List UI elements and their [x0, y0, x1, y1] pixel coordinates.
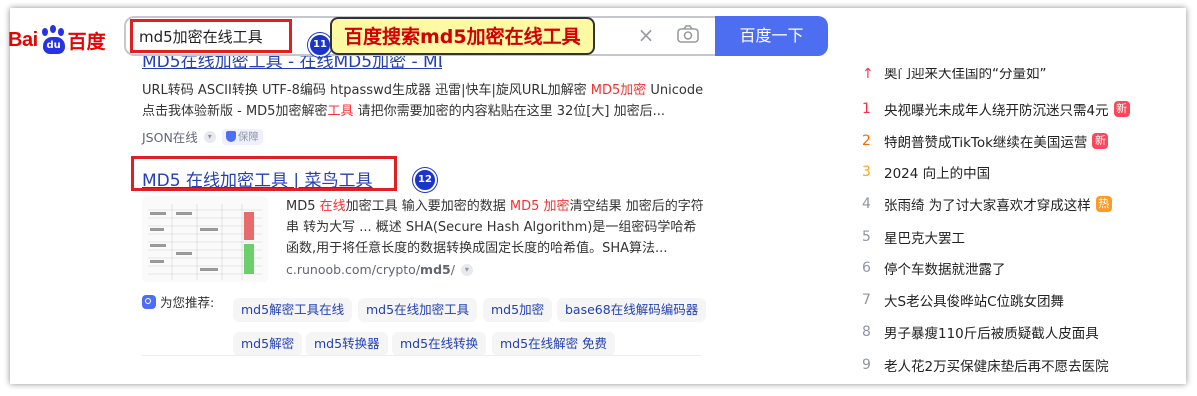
hot-text[interactable]: 星巴克大罢工 — [884, 227, 965, 247]
hot-rank: 4 — [862, 196, 871, 212]
step-badge-result: 12 — [413, 168, 437, 192]
hot-text[interactable]: 张雨绮 为了讨大家喜欢才穿成这样 — [884, 194, 1091, 214]
hot-rank: 8 — [862, 324, 871, 340]
hot-text[interactable]: 2024 向上的中国 — [884, 162, 990, 182]
hot-list-item[interactable]: 2 特朗普赞成TikTok继续在美国运营新 — [862, 131, 1109, 151]
close-icon[interactable]: × — [636, 25, 656, 45]
guarantee-badge[interactable]: 保障 — [221, 128, 263, 145]
hot-list-item[interactable]: 8 男子暴瘦110斤后被质疑截人皮面具 — [862, 322, 1099, 342]
hot-list-item[interactable]: 9 老人花2万买保健床垫后再不愿去医院 — [862, 355, 1109, 375]
search-button[interactable]: 百度一下 — [715, 16, 828, 56]
result-1-description: URL转码 ASCII转换 UTF-8编码 htpasswd生成器 迅雷|快车|… — [142, 83, 704, 119]
recommend-tag[interactable]: md5在线加密工具 — [358, 298, 478, 322]
recommend-tag[interactable]: md5解密工具在线 — [233, 298, 353, 322]
hot-badge: 新 — [1113, 101, 1130, 117]
logo-paw-text: du — [42, 37, 65, 54]
hot-text[interactable]: 奥门迎来大佳国的“分量如” — [884, 68, 1047, 82]
recommend-tag[interactable]: md5在线转换 — [392, 332, 487, 356]
recommend-tag[interactable]: md5在线解密 免费 — [492, 332, 616, 356]
hot-rank: ↑ — [862, 68, 874, 82]
recommend-label: 为您推荐: — [142, 292, 214, 311]
paw-icon: du — [39, 25, 67, 55]
search-callout: 百度搜索md5加密在线工具 — [330, 17, 595, 55]
hot-list-item[interactable]: 1 央视曝光未成年人绕开防沉迷只需4元新 — [862, 99, 1130, 119]
hot-rank: 5 — [862, 229, 871, 245]
query-highlight-box — [130, 19, 292, 53]
hot-list-item[interactable]: 3 2024 向上的中国 — [862, 162, 990, 182]
hot-text[interactable]: 男子暴瘦110斤后被质疑截人皮面具 — [884, 322, 1099, 342]
hot-text[interactable]: 老人花2万买保健床垫后再不愿去医院 — [884, 355, 1109, 375]
result-2-source[interactable]: c.runoob.com/crypto/md5/ ▾ — [286, 262, 473, 277]
hot-rank: 1 — [862, 101, 871, 117]
result-2-description: MD5 在线加密工具 输入要加密的数据 MD5 加密清空结果 加密后的字符串 转… — [286, 199, 704, 256]
hot-rank: 7 — [862, 292, 871, 308]
result-thumbnail[interactable] — [142, 196, 268, 282]
hot-text[interactable]: 停个车数据就泄露了 — [884, 258, 1006, 278]
recommend-tag[interactable]: md5加密 — [483, 298, 553, 322]
hot-badge: 新 — [1092, 133, 1109, 149]
recommend-tag[interactable]: md5转换器 — [306, 332, 388, 356]
hot-text[interactable]: 特朗普赞成TikTok继续在美国运营 — [884, 131, 1087, 151]
logo-text-left: Bai — [8, 28, 38, 51]
recommend-tag[interactable]: md5解密 — [233, 332, 303, 356]
chevron-down-icon[interactable]: ▾ — [460, 263, 473, 276]
hot-list-item[interactable]: 4 张雨绮 为了讨大家喜欢才穿成这样热 — [862, 194, 1112, 214]
hot-list-item[interactable]: ↑ 奥门迎来大佳国的“分量如” — [862, 68, 1047, 82]
hot-text[interactable]: 大S老公具俊晔站C位跳女团舞 — [884, 290, 1064, 310]
step-badge-query: 11 — [308, 33, 332, 57]
camera-icon[interactable] — [677, 25, 699, 43]
chevron-down-icon[interactable]: ▾ — [203, 130, 216, 143]
hot-text[interactable]: 央视曝光未成年人绕开防沉迷只需4元 — [884, 99, 1109, 119]
hot-rank: 6 — [862, 260, 871, 276]
hot-list-item[interactable]: 5 星巴克大罢工 — [862, 227, 965, 247]
hot-rank: 3 — [862, 164, 871, 180]
recommend-tag[interactable]: base68在线解码编码器 — [557, 298, 707, 322]
result-1-title[interactable]: MD5在线加密工具 - 在线MD5加密 - MD5在线 — [142, 56, 442, 72]
hot-rank: 2 — [862, 133, 871, 149]
baidu-logo[interactable]: Bai du 百度 — [8, 22, 106, 58]
result-highlight-box — [131, 156, 397, 191]
source-name[interactable]: JSON在线 — [142, 127, 198, 146]
search-icon — [142, 294, 156, 309]
shield-icon — [225, 131, 236, 142]
divider — [142, 355, 702, 356]
hot-list-item[interactable]: 7 大S老公具俊晔站C位跳女团舞 — [862, 290, 1064, 310]
hot-badge: 热 — [1095, 196, 1112, 212]
hot-rank: 9 — [862, 357, 871, 373]
logo-text-right: 百度 — [67, 30, 106, 53]
result-1-source: JSON在线 ▾ 保障 — [142, 127, 263, 146]
hot-list-item[interactable]: 6 停个车数据就泄露了 — [862, 258, 1006, 278]
